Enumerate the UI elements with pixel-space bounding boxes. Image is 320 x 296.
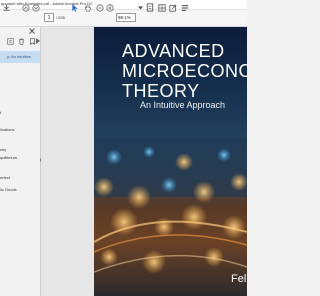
cover-title-line: ADVANCED xyxy=(122,41,225,61)
cover-subtitle: An Intuitive Approach xyxy=(140,100,226,110)
edit-icon[interactable] xyxy=(168,2,177,13)
bookmark-item[interactable]: erfect xyxy=(0,175,40,181)
read-mode-icon[interactable] xyxy=(157,2,166,13)
comment-icon[interactable] xyxy=(180,2,189,13)
page-count: / 895 xyxy=(56,15,65,20)
bookmark-item[interactable]: y: An Intuitive xyxy=(0,51,40,63)
expand-icon[interactable] xyxy=(35,37,40,45)
zoom-out-icon[interactable] xyxy=(95,2,104,13)
bookmark-item[interactable]: lic Goods xyxy=(0,187,40,193)
hand-icon[interactable] xyxy=(83,2,92,13)
cover-title-line: THEORY xyxy=(122,81,200,101)
page-number-input[interactable]: 1 xyxy=(44,13,54,22)
bookmark-item[interactable]: quilibrium xyxy=(0,155,40,161)
pdf-cover-page: ADVANCED MICROECONO THEORY An Intuitive … xyxy=(94,27,247,296)
cover-author: Felix xyxy=(231,273,247,285)
zoom-level-input[interactable]: 98.1% xyxy=(116,13,136,22)
zoom-dropdown-icon[interactable] xyxy=(137,2,143,13)
page-up-icon[interactable] xyxy=(21,2,30,13)
fit-page-icon[interactable] xyxy=(145,2,154,13)
page-down-icon[interactable] xyxy=(31,2,40,13)
cover-title: ADVANCED MICROECONO THEORY xyxy=(122,41,247,101)
bookmark-item[interactable]: t xyxy=(0,110,40,116)
select-cursor-icon[interactable] xyxy=(71,2,79,13)
bookmark-options-icon[interactable] xyxy=(6,37,14,45)
save-icon[interactable] xyxy=(2,2,11,13)
zoom-in-icon[interactable] xyxy=(105,2,114,13)
close-panel-icon[interactable] xyxy=(28,27,35,34)
cover-title-line: MICROECONO xyxy=(122,61,247,81)
bookmarks-panel: y: An Intuitive t lications nity quilibr… xyxy=(0,27,41,296)
delete-bookmark-icon[interactable] xyxy=(17,37,25,45)
bookmark-item[interactable]: lications xyxy=(0,127,40,133)
bookmark-item[interactable]: nity xyxy=(0,147,40,153)
